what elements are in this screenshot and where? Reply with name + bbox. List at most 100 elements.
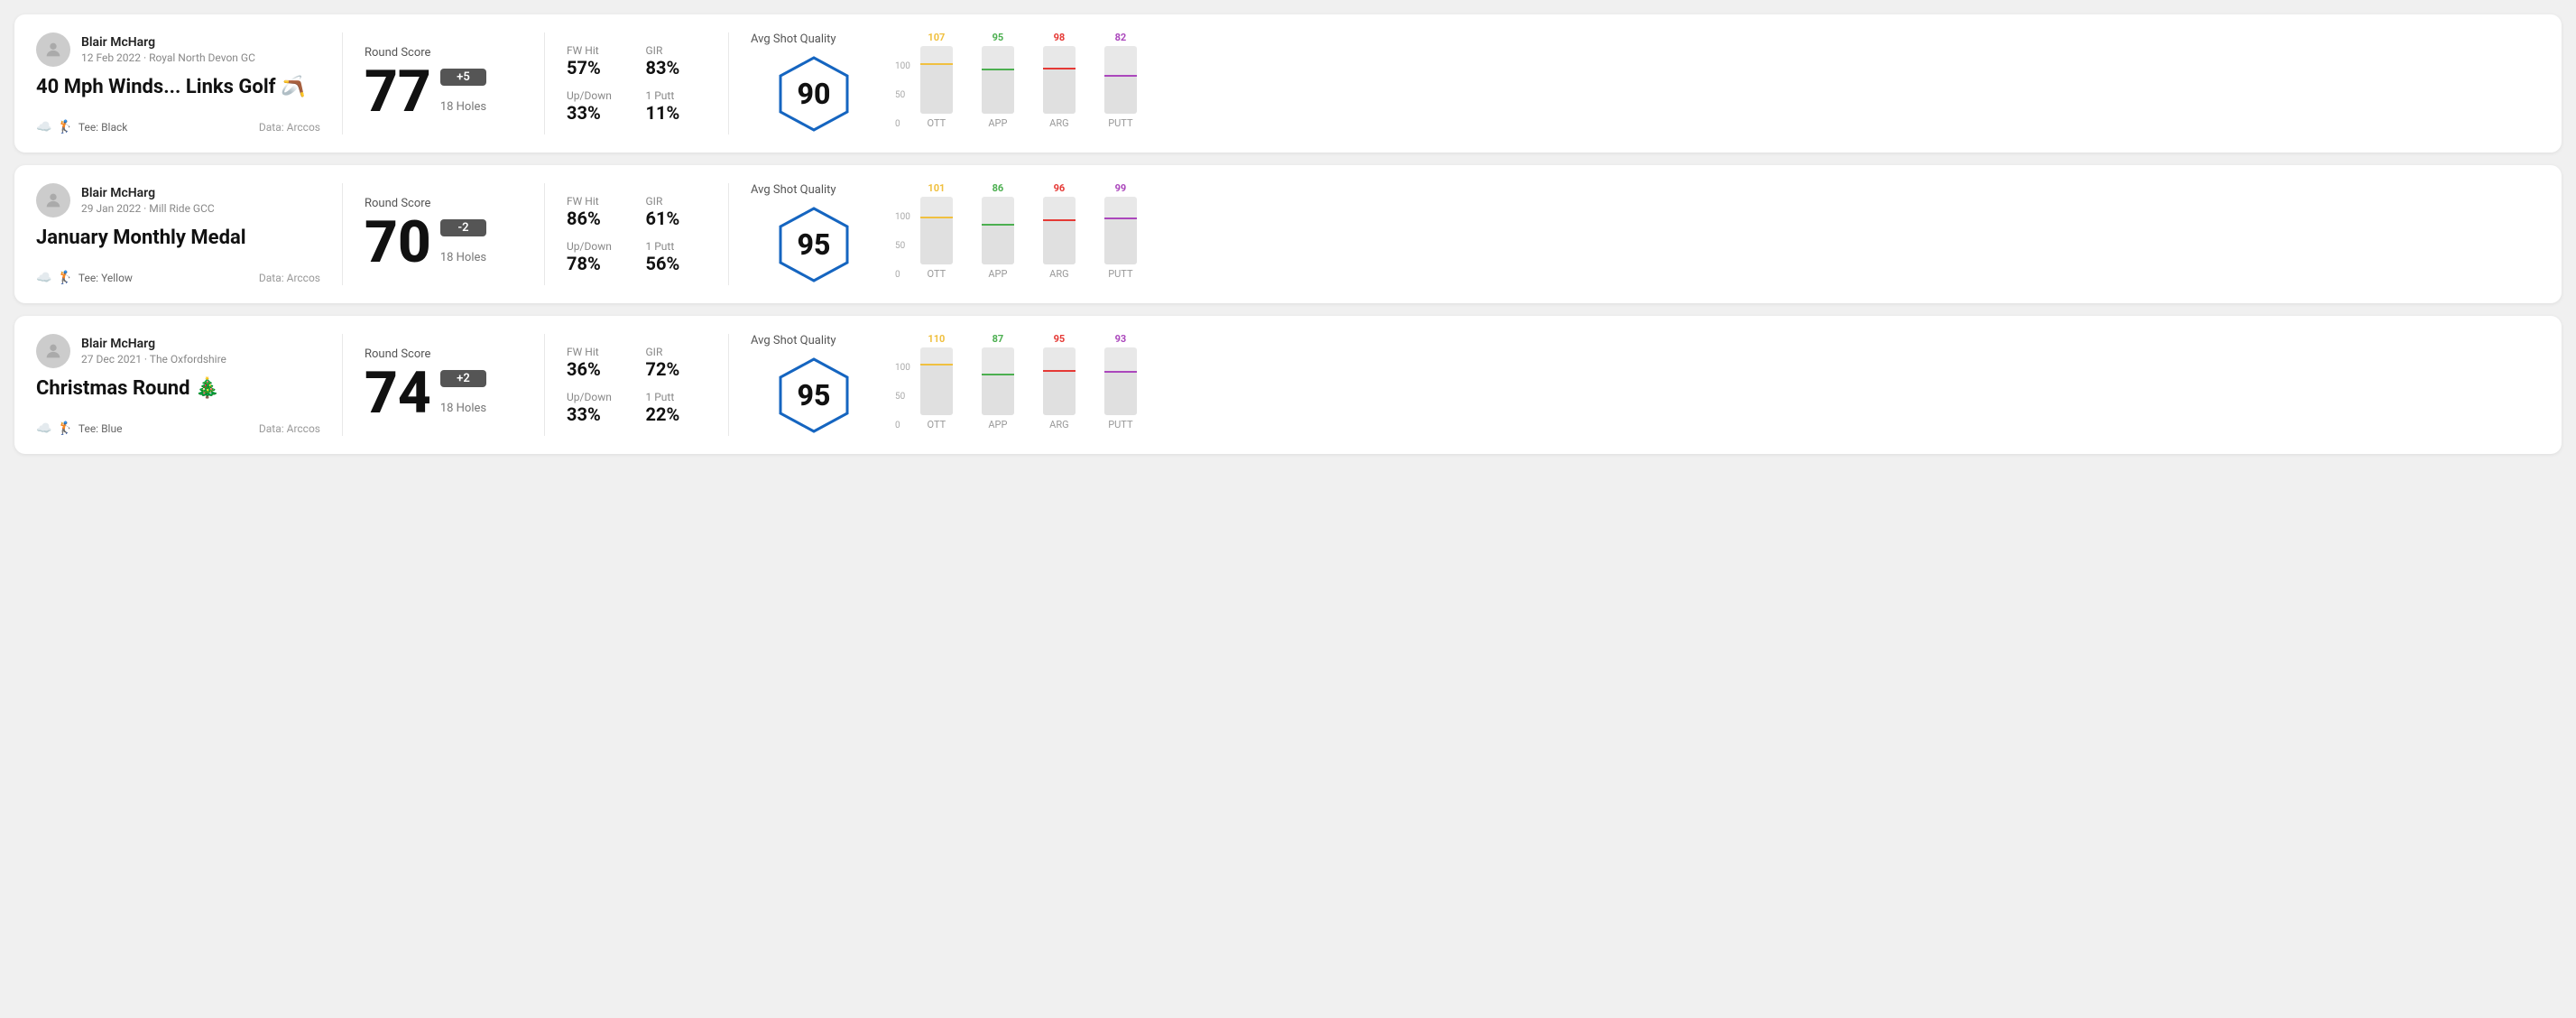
- bar-wrapper: [920, 197, 953, 264]
- bar-value-label: 98: [1054, 32, 1066, 43]
- tee-label: Tee: Blue: [78, 422, 123, 435]
- bar-background: [920, 65, 953, 114]
- card-left-3: Blair McHarg 27 Dec 2021 · The Oxfordshi…: [36, 334, 343, 436]
- bar-x-label: PUTT: [1108, 117, 1132, 129]
- bar-wrapper: [1043, 46, 1076, 114]
- bar-wrapper: [982, 46, 1014, 114]
- bar-indicator: [920, 364, 953, 366]
- round-card-3: Blair McHarg 27 Dec 2021 · The Oxfordshi…: [14, 316, 2562, 454]
- card-footer: ☁️ 🏌️ Tee: Blue Data: Arccos: [36, 421, 320, 436]
- bar-value-label: 96: [1054, 182, 1066, 194]
- data-source: Data: Arccos: [259, 422, 320, 435]
- hex-score: 95: [798, 227, 831, 262]
- card-footer: ☁️ 🏌️ Tee: Yellow Data: Arccos: [36, 271, 320, 285]
- stat-fw-hit: FW Hit 86%: [567, 195, 628, 229]
- fw-hit-label: FW Hit: [567, 44, 628, 57]
- weather-icon: ☁️: [36, 271, 51, 285]
- bar-value-label: 101: [928, 182, 945, 194]
- bar-background: [1043, 69, 1076, 114]
- tee-label: Tee: Yellow: [78, 272, 133, 284]
- bar-col-ott: 110 OTT: [914, 333, 959, 430]
- fw-hit-value: 86%: [567, 208, 628, 229]
- gir-label: GIR: [646, 195, 707, 208]
- bar-background: [1043, 221, 1076, 264]
- card-score-1: Round Score 77 +5 18 Holes: [365, 32, 545, 134]
- user-row: Blair McHarg 29 Jan 2022 · Mill Ride GCC: [36, 183, 320, 217]
- stat-fw-hit: FW Hit 57%: [567, 44, 628, 79]
- bar-background: [920, 366, 953, 415]
- bar-x-label: APP: [988, 268, 1007, 280]
- data-source: Data: Arccos: [259, 272, 320, 284]
- card-stats-2: FW Hit 86% GIR 61% Up/Down 78% 1 Putt 56…: [567, 183, 729, 285]
- round-card-1: Blair McHarg 12 Feb 2022 · Royal North D…: [14, 14, 2562, 153]
- bar-background: [1104, 219, 1137, 264]
- stat-putt: 1 Putt 56%: [646, 240, 707, 274]
- bar-background: [982, 375, 1014, 415]
- hex-score: 95: [798, 378, 831, 412]
- bar-col-ott: 101 OTT: [914, 182, 959, 280]
- bar-col-ott: 107 OTT: [914, 32, 959, 129]
- stat-gir: GIR 72%: [646, 346, 707, 380]
- score-badge: +5: [440, 69, 486, 86]
- user-date: 12 Feb 2022 · Royal North Devon GC: [81, 51, 255, 64]
- bar-x-label: APP: [988, 117, 1007, 129]
- quality-label: Avg Shot Quality: [751, 183, 836, 197]
- bar-col-arg: 96 ARG: [1037, 182, 1082, 280]
- bar-x-label: OTT: [928, 419, 946, 430]
- putt-label: 1 Putt: [646, 391, 707, 403]
- stats-grid: FW Hit 86% GIR 61% Up/Down 78% 1 Putt 56…: [567, 195, 706, 274]
- bar-indicator: [1043, 370, 1076, 372]
- updown-value: 78%: [567, 253, 628, 274]
- fw-hit-label: FW Hit: [567, 195, 628, 208]
- bar-value-label: 95: [993, 32, 1004, 43]
- fw-hit-value: 36%: [567, 358, 628, 380]
- user-info: Blair McHarg 12 Feb 2022 · Royal North D…: [81, 35, 255, 64]
- updown-label: Up/Down: [567, 240, 628, 253]
- bar-x-label: ARG: [1049, 419, 1068, 430]
- bar-indicator: [982, 224, 1014, 226]
- gir-value: 83%: [646, 57, 707, 79]
- round-title: 40 Mph Winds... Links Golf 🪃: [36, 76, 320, 98]
- bar-chart: 100 50 0 101 OTT 86 APP: [895, 190, 2540, 280]
- stat-putt: 1 Putt 22%: [646, 391, 707, 425]
- bar-background: [1104, 77, 1137, 114]
- card-quality-3: Avg Shot Quality 95 100 50 0 110 O: [751, 334, 2540, 436]
- putt-value: 22%: [646, 403, 707, 425]
- bar-x-label: ARG: [1049, 117, 1068, 129]
- user-date: 27 Dec 2021 · The Oxfordshire: [81, 353, 226, 366]
- bar-col-arg: 95 ARG: [1037, 333, 1082, 430]
- card-quality-2: Avg Shot Quality 95 100 50 0 101 O: [751, 183, 2540, 285]
- bar-x-label: PUTT: [1108, 268, 1132, 280]
- card-stats-3: FW Hit 36% GIR 72% Up/Down 33% 1 Putt 22…: [567, 334, 729, 436]
- score-holes: 18 Holes: [440, 100, 486, 114]
- bar-value-label: 93: [1115, 333, 1127, 345]
- bar-wrapper: [920, 347, 953, 415]
- bar-col-putt: 99 PUTT: [1098, 182, 1143, 280]
- score-badge: -2: [440, 219, 486, 236]
- user-row: Blair McHarg 12 Feb 2022 · Royal North D…: [36, 32, 320, 67]
- bar-background: [1043, 372, 1076, 415]
- tee-info: ☁️ 🏌️ Tee: Blue: [36, 421, 122, 436]
- updown-value: 33%: [567, 403, 628, 425]
- putt-label: 1 Putt: [646, 89, 707, 102]
- bar-chart: 100 50 0 107 OTT 95 APP: [895, 39, 2540, 129]
- card-stats-1: FW Hit 57% GIR 83% Up/Down 33% 1 Putt 11…: [567, 32, 729, 134]
- bar-wrapper: [1104, 347, 1137, 415]
- stats-grid: FW Hit 36% GIR 72% Up/Down 33% 1 Putt 22…: [567, 346, 706, 425]
- bag-icon: 🏌️: [57, 120, 72, 134]
- bar-background: [1104, 373, 1137, 415]
- bar-value-label: 95: [1054, 333, 1066, 345]
- avatar: [36, 334, 70, 368]
- bar-wrapper: [982, 347, 1014, 415]
- bar-value-label: 99: [1115, 182, 1127, 194]
- card-score-2: Round Score 70 -2 18 Holes: [365, 183, 545, 285]
- bar-chart: 100 50 0 110 OTT 87 APP: [895, 340, 2540, 430]
- user-name: Blair McHarg: [81, 35, 255, 50]
- tee-info: ☁️ 🏌️ Tee: Yellow: [36, 271, 133, 285]
- updown-label: Up/Down: [567, 89, 628, 102]
- round-title: Christmas Round 🎄: [36, 377, 320, 400]
- bar-wrapper: [982, 197, 1014, 264]
- bar-indicator: [1043, 68, 1076, 69]
- quality-left: Avg Shot Quality 90: [751, 32, 877, 134]
- user-date: 29 Jan 2022 · Mill Ride GCC: [81, 202, 215, 215]
